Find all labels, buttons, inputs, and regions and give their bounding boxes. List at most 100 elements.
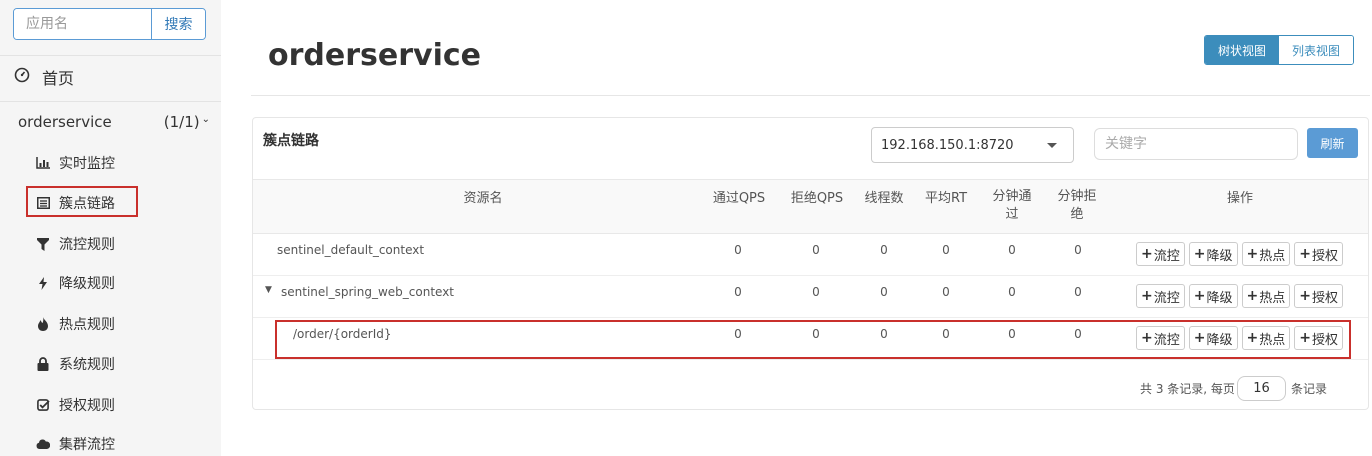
- app-search-box: 搜索: [13, 8, 206, 40]
- machine-select[interactable]: 192.168.150.1:8720: [871, 127, 1074, 163]
- sidebar-item-home[interactable]: 首页: [14, 64, 74, 90]
- block-qps-value: 0: [812, 285, 820, 299]
- add-degrade-rule-button[interactable]: + 降级: [1188, 284, 1238, 308]
- plus-icon: +: [1193, 246, 1206, 262]
- button-label: 授权: [1311, 248, 1338, 264]
- add-degrade-rule-button[interactable]: + 降级: [1188, 242, 1238, 266]
- minute-block-value: 0: [1074, 285, 1082, 299]
- sidebar-item-label: 热点规则: [59, 317, 115, 333]
- button-label: 授权: [1311, 290, 1338, 306]
- plus-icon: +: [1141, 288, 1153, 304]
- machine-select-value: 192.168.150.1:8720: [881, 137, 1014, 153]
- sidebar-item-degrade-rules[interactable]: 降级规则: [36, 271, 115, 295]
- button-label: 流控: [1153, 248, 1180, 264]
- block-qps-value: 0: [812, 243, 820, 257]
- check-square-icon: [36, 398, 50, 412]
- resource-name: sentinel_spring_web_context: [281, 285, 455, 299]
- sidebar-item-auth-rules[interactable]: 授权规则: [36, 393, 115, 417]
- sidebar-item-label: 降级规则: [59, 276, 115, 292]
- page-title: orderservice: [268, 38, 481, 73]
- refresh-button[interactable]: 刷新: [1307, 128, 1358, 158]
- button-label: 热点: [1259, 290, 1286, 306]
- add-hotspot-rule-button[interactable]: + 热点: [1241, 242, 1291, 266]
- row-highlight-box: [275, 320, 1351, 359]
- sidebar-item-flow-rules[interactable]: 流控规则: [36, 232, 115, 256]
- column-header-avg-rt: 平均RT: [924, 191, 968, 206]
- add-flow-rule-button[interactable]: + 流控: [1136, 284, 1185, 308]
- panel-title: 簇点链路: [263, 133, 319, 149]
- plus-icon: +: [1299, 246, 1311, 262]
- sidebar-item-label: 集群流控: [59, 437, 115, 453]
- add-auth-rule-button[interactable]: + 授权: [1294, 284, 1343, 308]
- row-actions: + 流控 + 降级 + 热点 + 授权: [1136, 242, 1347, 266]
- plus-icon: +: [1193, 288, 1206, 304]
- add-flow-rule-button[interactable]: + 流控: [1136, 242, 1185, 266]
- search-button[interactable]: 搜索: [151, 9, 205, 39]
- expand-triangle-icon[interactable]: ▼: [265, 285, 272, 295]
- header-divider: [251, 95, 1370, 96]
- selection-highlight-box: [26, 186, 138, 217]
- plus-icon: +: [1141, 246, 1153, 262]
- record-summary: 共 3 条记录, 每页: [1140, 382, 1235, 396]
- keyword-input[interactable]: [1094, 128, 1298, 160]
- bar-chart-icon: [36, 156, 50, 170]
- sidebar-item-system-rules[interactable]: 系统规则: [36, 352, 115, 376]
- cloud-icon: [36, 437, 50, 451]
- sidebar-item-hotspot-rules[interactable]: 热点规则: [36, 312, 115, 336]
- tree-view-button[interactable]: 树状视图: [1205, 36, 1279, 64]
- button-label: 降级: [1206, 248, 1233, 264]
- sidebar-item-label: 首页: [42, 69, 75, 88]
- sidebar-item-label: 流控规则: [59, 237, 115, 253]
- pass-qps-value: 0: [734, 243, 742, 257]
- threads-value: 0: [880, 243, 888, 257]
- record-suffix: 条记录: [1291, 382, 1328, 396]
- sidebar-item-label: 授权规则: [59, 398, 115, 414]
- cluster-point-panel: 簇点链路 192.168.150.1:8720 刷新 资源名 通过QPS 拒绝Q…: [252, 117, 1369, 410]
- avg-rt-value: 0: [942, 243, 950, 257]
- minute-pass-value: 0: [1008, 243, 1016, 257]
- column-header-block-qps: 拒绝QPS: [790, 191, 844, 206]
- flash-icon: [36, 276, 50, 290]
- sidebar-divider: [0, 101, 221, 102]
- sidebar-item-realtime-monitor[interactable]: 实时监控: [36, 151, 115, 175]
- minute-pass-value: 0: [1008, 285, 1016, 299]
- add-auth-rule-button[interactable]: + 授权: [1294, 242, 1343, 266]
- plus-icon: +: [1299, 288, 1311, 304]
- sidebar: 搜索 首页 orderservice (1/1) ⌄ 实时监控 簇点链路 流控规…: [0, 0, 221, 456]
- column-header-resource: 资源名: [463, 191, 503, 206]
- pass-qps-value: 0: [734, 285, 742, 299]
- plus-icon: +: [1246, 288, 1259, 304]
- sidebar-divider: [0, 55, 221, 56]
- button-label: 流控: [1153, 290, 1180, 306]
- threads-value: 0: [880, 285, 888, 299]
- view-toggle: 树状视图 列表视图: [1204, 35, 1354, 65]
- sidebar-item-label: 系统规则: [59, 357, 115, 373]
- app-machine-count: (1/1): [163, 113, 200, 131]
- table-row: ▼ sentinel_spring_web_context 0 0 0 0 0 …: [253, 276, 1368, 318]
- row-actions: + 流控 + 降级 + 热点 + 授权: [1136, 284, 1347, 308]
- plus-icon: +: [1246, 246, 1259, 262]
- filter-icon: [36, 237, 50, 251]
- button-label: 降级: [1206, 290, 1233, 306]
- table-header: 资源名 通过QPS 拒绝QPS 线程数 平均RT 分钟通过 分钟拒绝 操作: [253, 179, 1368, 234]
- lock-icon: [36, 357, 50, 371]
- caret-down-icon: [1047, 143, 1057, 148]
- add-hotspot-rule-button[interactable]: + 热点: [1241, 284, 1291, 308]
- sidebar-item-label: 实时监控: [59, 156, 115, 172]
- dashboard-icon: [14, 67, 30, 87]
- avg-rt-value: 0: [942, 285, 950, 299]
- app-name: orderservice: [18, 113, 112, 131]
- column-header-minute-block: 分钟拒绝: [1057, 189, 1097, 222]
- resource-name: sentinel_default_context: [277, 243, 425, 257]
- column-header-threads: 线程数: [864, 191, 904, 206]
- fire-icon: [36, 317, 50, 331]
- list-view-button[interactable]: 列表视图: [1279, 36, 1353, 64]
- sidebar-item-cluster-flow[interactable]: 集群流控: [36, 432, 115, 456]
- column-header-minute-pass: 分钟通过: [992, 189, 1032, 222]
- minute-block-value: 0: [1074, 243, 1082, 257]
- column-header-operations: 操作: [1226, 191, 1253, 206]
- app-menu-orderservice[interactable]: orderservice (1/1) ⌄: [18, 110, 210, 134]
- app-search-input[interactable]: [14, 9, 151, 39]
- table-row: sentinel_default_context 0 0 0 0 0 0 + 流控…: [253, 234, 1368, 276]
- page-size-input[interactable]: [1237, 376, 1286, 401]
